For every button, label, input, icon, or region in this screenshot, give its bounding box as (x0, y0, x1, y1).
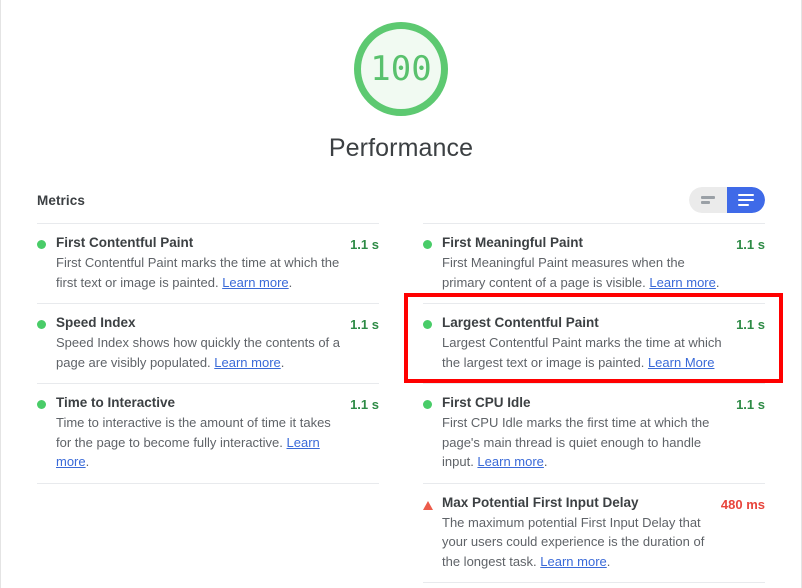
status-dot-pass-icon (37, 234, 56, 249)
metric-row[interactable]: Max Potential First Input Delay The maxi… (423, 482, 765, 583)
learn-more-link[interactable]: Learn more (540, 554, 606, 569)
metrics-right-column: First Meaningful Paint First Meaningful … (401, 223, 765, 583)
metric-title: First CPU Idle (442, 395, 531, 410)
metric-value: 1.1 s (350, 317, 379, 332)
expanded-view-toggle-button[interactable] (727, 187, 765, 213)
metric-description-tail: . (280, 354, 285, 370)
metric-body: Time to Interactive Time to interactive … (56, 394, 350, 472)
status-dot-pass-icon (423, 314, 442, 329)
learn-more-link[interactable]: Learn more (214, 355, 280, 370)
metric-description-tail: . (543, 454, 548, 469)
metric-description-tail: . (606, 553, 611, 569)
metric-description-tail: . (85, 454, 90, 469)
performance-score-label: Performance (328, 134, 474, 162)
metric-value: 1.1 s (350, 397, 379, 412)
metric-value: 1.1 s (736, 317, 765, 332)
metric-title: Max Potential First Input Delay (442, 494, 639, 510)
performance-score-block: 100 Performance (1, 0, 801, 163)
metric-description-tail: . (715, 274, 720, 290)
expanded-list-icon (738, 193, 754, 207)
metric-description: First CPU Idle marks the first time at w… (442, 413, 728, 472)
metric-row[interactable]: First CPU Idle First CPU Idle marks the … (423, 383, 765, 483)
learn-more-link[interactable]: Learn more (649, 275, 715, 290)
metrics-view-toggle-group[interactable] (689, 187, 765, 213)
lighthouse-report-page: 100 Performance Metrics First Contentful… (0, 0, 802, 588)
metric-title: Speed Index (56, 315, 136, 330)
metric-title: First Contentful Paint (56, 235, 194, 250)
learn-more-link[interactable]: Learn More (648, 355, 714, 370)
metrics-title: Metrics (37, 192, 85, 208)
metric-row[interactable]: First Meaningful Paint First Meaningful … (423, 223, 765, 303)
metric-description: First Contentful Paint marks the time at… (56, 253, 342, 292)
metric-title: Largest Contentful Paint (442, 315, 599, 330)
metric-row[interactable]: Time to Interactive Time to interactive … (37, 383, 379, 483)
metric-description: Time to interactive is the amount of tim… (56, 413, 342, 472)
metric-description: The maximum potential First Input Delay … (442, 513, 713, 572)
collapsed-view-toggle-button[interactable] (689, 187, 727, 213)
metric-value: 480 ms (720, 496, 765, 512)
metric-body: First Contentful Paint First Contentful … (56, 234, 350, 292)
performance-score-gauge: 100 (354, 22, 448, 116)
metric-body: First CPU Idle First CPU Idle marks the … (442, 394, 736, 472)
metric-title: Time to Interactive (56, 395, 176, 410)
performance-score-value: 100 (370, 49, 432, 89)
status-dot-pass-icon (37, 314, 56, 329)
metrics-right-column-end-divider (423, 582, 765, 583)
metrics-left-column: First Contentful Paint First Contentful … (37, 223, 401, 583)
metrics-left-column-end-divider (37, 482, 379, 484)
metric-row-highlighted[interactable]: Largest Contentful Paint Largest Content… (423, 303, 765, 383)
metric-description-tail: . (288, 274, 293, 290)
metric-body: Speed Index Speed Index shows how quickl… (56, 314, 350, 372)
status-dot-pass-icon (423, 394, 442, 409)
status-dot-pass-icon (37, 394, 56, 409)
learn-more-link[interactable]: Learn more (222, 275, 288, 290)
learn-more-link[interactable]: Learn more (477, 454, 543, 469)
metric-value: 1.1 s (736, 397, 765, 412)
metric-value: 1.1 s (736, 237, 765, 252)
metric-body: First Meaningful Paint First Meaningful … (442, 234, 736, 292)
collapsed-list-icon (701, 196, 715, 204)
warning-triangle-icon (423, 494, 442, 510)
status-dot-pass-icon (423, 234, 442, 249)
metric-description-text: First Contentful Paint marks the time at… (56, 255, 340, 290)
metric-value: 1.1 s (350, 237, 379, 252)
metric-row[interactable]: First Contentful Paint First Contentful … (37, 223, 379, 303)
metrics-section: Metrics First Contentful Paint First Con… (37, 187, 765, 583)
metric-body: Largest Contentful Paint Largest Content… (442, 314, 736, 372)
metric-title: First Meaningful Paint (442, 235, 584, 250)
metric-description-text: Speed Index shows how quickly the conten… (56, 335, 341, 370)
metric-description: First Meaningful Paint measures when the… (442, 253, 728, 292)
metrics-columns: First Contentful Paint First Contentful … (37, 223, 765, 583)
metric-row[interactable]: Speed Index Speed Index shows how quickl… (37, 303, 379, 383)
metric-body: Max Potential First Input Delay The maxi… (442, 494, 721, 572)
metric-description: Largest Contentful Paint marks the time … (442, 333, 728, 372)
metric-description: Speed Index shows how quickly the conten… (56, 333, 342, 372)
metrics-header: Metrics (37, 187, 765, 223)
